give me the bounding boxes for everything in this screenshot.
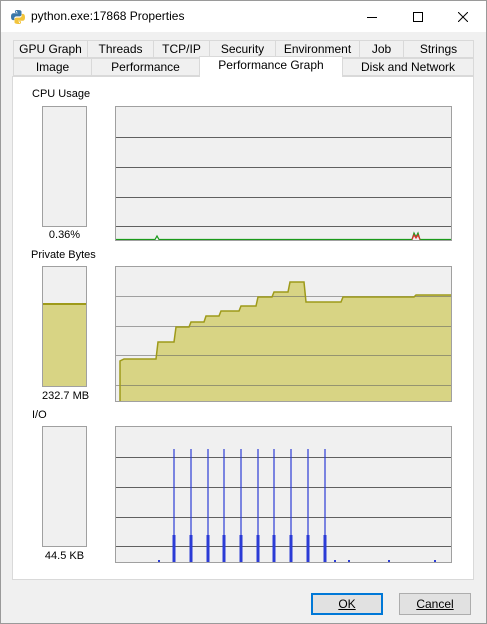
tab-job[interactable]: Job bbox=[359, 40, 404, 58]
tab-disk-and-network[interactable]: Disk and Network bbox=[342, 58, 474, 76]
private-bytes-value: 232.7 MB bbox=[42, 390, 90, 402]
io-spike-base bbox=[239, 535, 243, 562]
io-dot bbox=[434, 560, 436, 562]
io-dot bbox=[348, 560, 350, 562]
cancel-button[interactable]: Cancel bbox=[399, 593, 471, 615]
private-bytes-label: Private Bytes bbox=[31, 249, 96, 261]
io-value: 44.5 KB bbox=[44, 550, 85, 562]
io-graph bbox=[115, 426, 452, 563]
tab-strings[interactable]: Strings bbox=[403, 40, 474, 58]
tab-gpu-graph[interactable]: GPU Graph bbox=[13, 40, 88, 58]
window-title: python.exe:17868 Properties bbox=[31, 9, 185, 23]
close-icon bbox=[458, 11, 468, 22]
io-spike-base bbox=[206, 535, 210, 562]
close-button[interactable] bbox=[440, 1, 486, 32]
title-bar[interactable]: python.exe:17868 Properties bbox=[1, 1, 486, 32]
minimize-icon bbox=[367, 16, 377, 18]
io-spike-base bbox=[172, 535, 176, 562]
private-bytes-graph bbox=[115, 266, 452, 402]
performance-graph-panel: CPU Usage 0.36% Private Bytes 232.7 MB I… bbox=[12, 76, 474, 580]
cpu-meter bbox=[42, 106, 87, 227]
maximize-button[interactable] bbox=[395, 1, 441, 32]
io-spike-base bbox=[306, 535, 310, 562]
maximize-icon bbox=[413, 11, 423, 22]
io-dot bbox=[158, 560, 160, 562]
io-dot bbox=[334, 560, 336, 562]
private-bytes-meter-fill bbox=[43, 303, 86, 386]
cpu-graph bbox=[115, 106, 452, 241]
ok-button[interactable]: OK bbox=[311, 593, 383, 615]
tab-performance-graph[interactable]: Performance Graph bbox=[199, 56, 343, 77]
io-spike-base bbox=[323, 535, 327, 562]
cpu-usage-label: CPU Usage bbox=[32, 88, 91, 100]
minimize-button[interactable] bbox=[349, 1, 395, 32]
io-spike-base bbox=[272, 535, 276, 562]
io-spike-base bbox=[222, 535, 226, 562]
ok-button-label: OK bbox=[338, 597, 356, 611]
cpu-value: 0.36% bbox=[48, 229, 81, 241]
cpu-kernel-line bbox=[116, 231, 451, 240]
properties-window: python.exe:17868 Properties GPU Graph Th… bbox=[0, 0, 487, 624]
io-spike-base bbox=[189, 535, 193, 562]
tab-image[interactable]: Image bbox=[13, 58, 92, 76]
io-label: I/O bbox=[32, 409, 47, 421]
tab-threads[interactable]: Threads bbox=[87, 40, 154, 58]
io-meter bbox=[42, 426, 87, 547]
private-bytes-meter bbox=[42, 266, 87, 387]
io-spike-base bbox=[256, 535, 260, 562]
cancel-button-label: Cancel bbox=[416, 597, 454, 611]
io-dot bbox=[388, 560, 390, 562]
python-icon bbox=[11, 10, 25, 24]
io-spike-base bbox=[289, 535, 293, 562]
tab-performance[interactable]: Performance bbox=[91, 58, 200, 76]
